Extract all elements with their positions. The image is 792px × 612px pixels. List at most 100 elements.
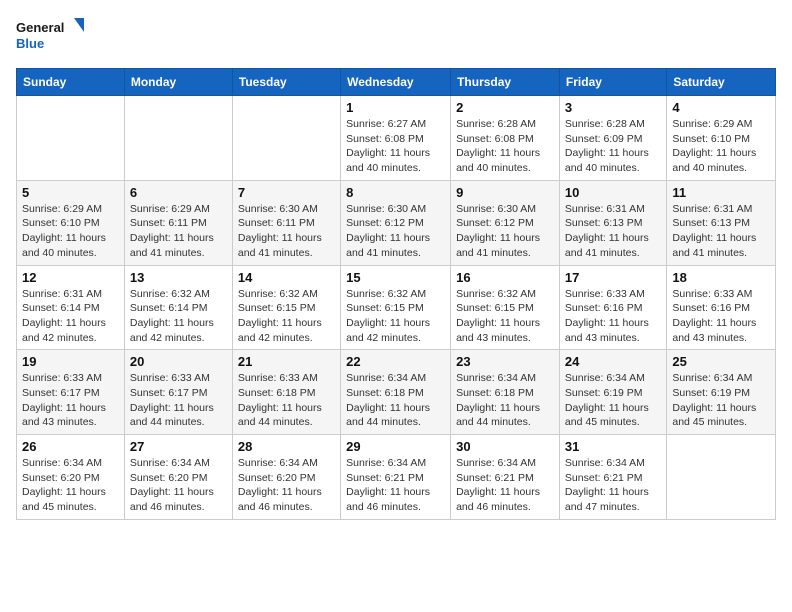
calendar-cell: 9 Sunrise: 6:30 AM Sunset: 6:12 PM Daylig… <box>451 180 560 265</box>
day-number: 17 <box>565 270 661 285</box>
weekday-header-sunday: Sunday <box>17 69 125 96</box>
calendar-cell <box>667 435 776 520</box>
calendar-cell: 18 Sunrise: 6:33 AM Sunset: 6:16 PM Dayli… <box>667 265 776 350</box>
day-number: 4 <box>672 100 770 115</box>
day-info: Sunrise: 6:32 AM Sunset: 6:15 PM Dayligh… <box>238 287 335 346</box>
calendar-cell: 24 Sunrise: 6:34 AM Sunset: 6:19 PM Dayli… <box>559 350 666 435</box>
calendar-cell: 7 Sunrise: 6:30 AM Sunset: 6:11 PM Daylig… <box>232 180 340 265</box>
calendar-cell: 25 Sunrise: 6:34 AM Sunset: 6:19 PM Dayli… <box>667 350 776 435</box>
calendar-cell <box>124 96 232 181</box>
calendar-cell: 23 Sunrise: 6:34 AM Sunset: 6:18 PM Dayli… <box>451 350 560 435</box>
calendar-cell <box>232 96 340 181</box>
day-number: 22 <box>346 354 445 369</box>
day-info: Sunrise: 6:32 AM Sunset: 6:14 PM Dayligh… <box>130 287 227 346</box>
calendar-cell <box>17 96 125 181</box>
day-info: Sunrise: 6:31 AM Sunset: 6:14 PM Dayligh… <box>22 287 119 346</box>
day-number: 15 <box>346 270 445 285</box>
day-info: Sunrise: 6:34 AM Sunset: 6:18 PM Dayligh… <box>456 371 554 430</box>
day-number: 27 <box>130 439 227 454</box>
day-info: Sunrise: 6:33 AM Sunset: 6:17 PM Dayligh… <box>22 371 119 430</box>
calendar-table: SundayMondayTuesdayWednesdayThursdayFrid… <box>16 68 776 520</box>
day-info: Sunrise: 6:27 AM Sunset: 6:08 PM Dayligh… <box>346 117 445 176</box>
weekday-header-row: SundayMondayTuesdayWednesdayThursdayFrid… <box>17 69 776 96</box>
day-info: Sunrise: 6:34 AM Sunset: 6:20 PM Dayligh… <box>238 456 335 515</box>
calendar-cell: 30Sunrise: 6:34 AM Sunset: 6:21 PM Dayli… <box>451 435 560 520</box>
day-info: Sunrise: 6:34 AM Sunset: 6:18 PM Dayligh… <box>346 371 445 430</box>
calendar-cell: 22 Sunrise: 6:34 AM Sunset: 6:18 PM Dayli… <box>341 350 451 435</box>
day-number: 21 <box>238 354 335 369</box>
day-number: 14 <box>238 270 335 285</box>
calendar-cell: 15Sunrise: 6:32 AM Sunset: 6:15 PM Dayli… <box>341 265 451 350</box>
weekday-header-saturday: Saturday <box>667 69 776 96</box>
day-info: Sunrise: 6:34 AM Sunset: 6:19 PM Dayligh… <box>672 371 770 430</box>
day-info: Sunrise: 6:34 AM Sunset: 6:21 PM Dayligh… <box>565 456 661 515</box>
calendar-cell: 1Sunrise: 6:27 AM Sunset: 6:08 PM Daylig… <box>341 96 451 181</box>
day-number: 12 <box>22 270 119 285</box>
day-info: Sunrise: 6:33 AM Sunset: 6:16 PM Dayligh… <box>672 287 770 346</box>
svg-text:Blue: Blue <box>16 36 44 51</box>
calendar-cell: 17Sunrise: 6:33 AM Sunset: 6:16 PM Dayli… <box>559 265 666 350</box>
week-row-5: 26 Sunrise: 6:34 AM Sunset: 6:20 PM Dayli… <box>17 435 776 520</box>
week-row-4: 19 Sunrise: 6:33 AM Sunset: 6:17 PM Dayli… <box>17 350 776 435</box>
day-number: 19 <box>22 354 119 369</box>
calendar-cell: 26 Sunrise: 6:34 AM Sunset: 6:20 PM Dayli… <box>17 435 125 520</box>
day-info: Sunrise: 6:30 AM Sunset: 6:12 PM Dayligh… <box>346 202 445 261</box>
day-info: Sunrise: 6:29 AM Sunset: 6:10 PM Dayligh… <box>672 117 770 176</box>
svg-text:General: General <box>16 20 64 35</box>
calendar-cell: 10 Sunrise: 6:31 AM Sunset: 6:13 PM Dayli… <box>559 180 666 265</box>
day-number: 9 <box>456 185 554 200</box>
day-info: Sunrise: 6:34 AM Sunset: 6:19 PM Dayligh… <box>565 371 661 430</box>
calendar-cell: 16 Sunrise: 6:32 AM Sunset: 6:15 PM Dayli… <box>451 265 560 350</box>
calendar-cell: 8 Sunrise: 6:30 AM Sunset: 6:12 PM Daylig… <box>341 180 451 265</box>
calendar-cell: 13 Sunrise: 6:32 AM Sunset: 6:14 PM Dayli… <box>124 265 232 350</box>
day-info: Sunrise: 6:29 AM Sunset: 6:10 PM Dayligh… <box>22 202 119 261</box>
day-info: Sunrise: 6:31 AM Sunset: 6:13 PM Dayligh… <box>565 202 661 261</box>
calendar-cell: 19 Sunrise: 6:33 AM Sunset: 6:17 PM Dayli… <box>17 350 125 435</box>
page-header: General Blue <box>16 16 776 60</box>
day-info: Sunrise: 6:28 AM Sunset: 6:09 PM Dayligh… <box>565 117 661 176</box>
day-number: 29 <box>346 439 445 454</box>
day-number: 3 <box>565 100 661 115</box>
calendar-cell: 6Sunrise: 6:29 AM Sunset: 6:11 PM Daylig… <box>124 180 232 265</box>
calendar-cell: 4 Sunrise: 6:29 AM Sunset: 6:10 PM Daylig… <box>667 96 776 181</box>
day-number: 10 <box>565 185 661 200</box>
day-number: 11 <box>672 185 770 200</box>
week-row-3: 12 Sunrise: 6:31 AM Sunset: 6:14 PM Dayli… <box>17 265 776 350</box>
day-number: 23 <box>456 354 554 369</box>
calendar-cell: 12 Sunrise: 6:31 AM Sunset: 6:14 PM Dayli… <box>17 265 125 350</box>
day-info: Sunrise: 6:33 AM Sunset: 6:18 PM Dayligh… <box>238 371 335 430</box>
calendar-cell: 5Sunrise: 6:29 AM Sunset: 6:10 PM Daylig… <box>17 180 125 265</box>
calendar-cell: 31 Sunrise: 6:34 AM Sunset: 6:21 PM Dayli… <box>559 435 666 520</box>
day-number: 24 <box>565 354 661 369</box>
day-number: 7 <box>238 185 335 200</box>
calendar-cell: 3 Sunrise: 6:28 AM Sunset: 6:09 PM Daylig… <box>559 96 666 181</box>
day-info: Sunrise: 6:34 AM Sunset: 6:20 PM Dayligh… <box>22 456 119 515</box>
day-info: Sunrise: 6:31 AM Sunset: 6:13 PM Dayligh… <box>672 202 770 261</box>
day-info: Sunrise: 6:33 AM Sunset: 6:17 PM Dayligh… <box>130 371 227 430</box>
calendar-cell: 21 Sunrise: 6:33 AM Sunset: 6:18 PM Dayli… <box>232 350 340 435</box>
day-info: Sunrise: 6:30 AM Sunset: 6:11 PM Dayligh… <box>238 202 335 261</box>
weekday-header-wednesday: Wednesday <box>341 69 451 96</box>
day-info: Sunrise: 6:30 AM Sunset: 6:12 PM Dayligh… <box>456 202 554 261</box>
weekday-header-thursday: Thursday <box>451 69 560 96</box>
day-number: 8 <box>346 185 445 200</box>
calendar-cell: 29Sunrise: 6:34 AM Sunset: 6:21 PM Dayli… <box>341 435 451 520</box>
day-info: Sunrise: 6:32 AM Sunset: 6:15 PM Dayligh… <box>456 287 554 346</box>
day-number: 20 <box>130 354 227 369</box>
weekday-header-tuesday: Tuesday <box>232 69 340 96</box>
calendar-cell: 20 Sunrise: 6:33 AM Sunset: 6:17 PM Dayli… <box>124 350 232 435</box>
day-number: 25 <box>672 354 770 369</box>
day-number: 26 <box>22 439 119 454</box>
day-number: 31 <box>565 439 661 454</box>
week-row-1: 1Sunrise: 6:27 AM Sunset: 6:08 PM Daylig… <box>17 96 776 181</box>
calendar-cell: 14 Sunrise: 6:32 AM Sunset: 6:15 PM Dayli… <box>232 265 340 350</box>
day-info: Sunrise: 6:34 AM Sunset: 6:21 PM Dayligh… <box>456 456 554 515</box>
day-number: 16 <box>456 270 554 285</box>
day-number: 18 <box>672 270 770 285</box>
day-number: 13 <box>130 270 227 285</box>
logo: General Blue <box>16 16 86 60</box>
day-number: 28 <box>238 439 335 454</box>
weekday-header-friday: Friday <box>559 69 666 96</box>
day-info: Sunrise: 6:28 AM Sunset: 6:08 PM Dayligh… <box>456 117 554 176</box>
day-info: Sunrise: 6:29 AM Sunset: 6:11 PM Dayligh… <box>130 202 227 261</box>
